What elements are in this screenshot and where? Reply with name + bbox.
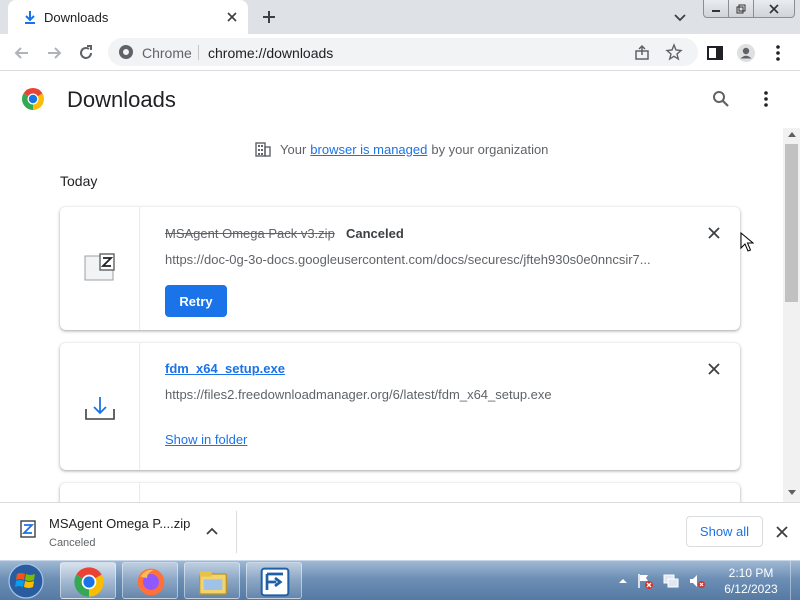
kebab-menu-icon[interactable]: [768, 43, 788, 63]
downloads-list: Your browser is managed by your organiza…: [0, 128, 783, 502]
date-header: Today: [60, 173, 98, 189]
forward-arrow-icon[interactable]: [44, 43, 64, 63]
address-separator: [198, 45, 199, 60]
close-icon: [769, 3, 779, 14]
download-icon-area: [60, 483, 140, 502]
system-tray: [618, 570, 706, 592]
chevron-down-icon[interactable]: [672, 9, 688, 25]
download-status: Canceled: [346, 226, 404, 241]
reload-icon[interactable]: [76, 43, 96, 63]
download-file-icon: [85, 397, 115, 420]
taskbar-free-download-manager[interactable]: [246, 562, 302, 599]
windows-start-icon[interactable]: [6, 562, 46, 600]
download-url[interactable]: https://files2.freedownloadmanager.org/6…: [165, 387, 665, 402]
maximize-button[interactable]: [729, 0, 754, 18]
show-desktop-button[interactable]: [790, 561, 800, 600]
zip-file-icon: [84, 253, 115, 281]
download-url[interactable]: https://doc-0g-3o-docs.googleusercontent…: [165, 252, 665, 267]
chrome-logo-icon: [22, 88, 44, 110]
shelf-divider: [236, 511, 237, 553]
search-icon[interactable]: [711, 89, 731, 109]
address-bar[interactable]: Chrome chrome://downloads: [108, 38, 698, 66]
minimize-button[interactable]: [703, 0, 729, 18]
chrome-icon: [74, 567, 104, 597]
share-icon[interactable]: [633, 43, 651, 61]
scroll-thumb[interactable]: [785, 144, 798, 302]
window-controls: [703, 0, 795, 18]
show-hidden-icons-icon[interactable]: [618, 576, 628, 586]
free-download-manager-icon: [260, 567, 290, 597]
clock-date: 6/12/2023: [724, 582, 778, 596]
downloads-header: Downloads: [0, 71, 800, 128]
managed-notice: Your browser is managed by your organiza…: [254, 140, 548, 158]
remove-item-close-icon[interactable]: [706, 225, 722, 241]
file-name: MSAgent Omega Pack v3.zip: [165, 226, 335, 241]
windows-taskbar: 2:10 PM 6/12/2023: [0, 560, 800, 600]
show-in-folder-link[interactable]: Show in folder: [165, 432, 247, 447]
profile-avatar-icon[interactable]: [736, 43, 756, 63]
taskbar-chrome[interactable]: [60, 562, 116, 599]
page-scrollbar[interactable]: [783, 128, 800, 502]
url-text[interactable]: chrome://downloads: [208, 45, 333, 61]
shelf-status: Canceled: [49, 537, 96, 549]
site-label: Chrome: [142, 45, 192, 61]
chrome-site-icon[interactable]: [118, 44, 134, 60]
download-item: [60, 483, 740, 502]
new-tab-icon[interactable]: [260, 8, 278, 26]
close-shelf-icon[interactable]: [774, 524, 790, 540]
tab-downloads[interactable]: Downloads: [8, 0, 248, 34]
minimize-icon: [712, 9, 720, 12]
scroll-up-arrow-icon[interactable]: [788, 132, 796, 137]
chevron-up-icon[interactable]: [204, 524, 220, 540]
tab-title: Downloads: [44, 10, 109, 25]
retry-button[interactable]: Retry: [165, 285, 227, 317]
close-tab-icon[interactable]: [224, 9, 240, 25]
browser-toolbar: Chrome chrome://downloads: [0, 34, 800, 71]
mouse-cursor-icon: [740, 232, 754, 252]
scroll-down-arrow-icon[interactable]: [788, 490, 796, 495]
tab-strip: Downloads: [0, 0, 800, 34]
file-name-link[interactable]: fdm_x64_setup.exe: [165, 361, 285, 376]
restore-icon: [736, 4, 746, 13]
show-all-button[interactable]: Show all: [686, 516, 763, 547]
clock-time: 2:10 PM: [728, 566, 774, 580]
managed-link[interactable]: browser is managed: [310, 142, 427, 157]
shelf-file-name[interactable]: MSAgent Omega P....zip: [49, 516, 190, 531]
download-item: fdm_x64_setup.exe https://files2.freedow…: [60, 343, 740, 470]
taskbar-firefox[interactable]: [122, 562, 178, 599]
action-center-flag-icon[interactable]: [636, 572, 654, 590]
bookmark-star-icon[interactable]: [665, 43, 683, 61]
more-actions-icon[interactable]: [756, 89, 776, 109]
taskbar-clock[interactable]: 2:10 PM 6/12/2023: [716, 565, 786, 597]
download-item: MSAgent Omega Pack v3.zip Canceled https…: [60, 207, 740, 330]
managed-suffix: by your organization: [431, 141, 549, 157]
taskbar-file-explorer[interactable]: [184, 562, 240, 599]
remove-item-close-icon[interactable]: [706, 361, 722, 377]
download-icon: [25, 11, 35, 24]
window-close-button[interactable]: [754, 0, 795, 18]
network-icon[interactable]: [662, 572, 680, 590]
download-icon-area: [60, 343, 140, 470]
building-icon: [255, 142, 271, 157]
firefox-icon: [137, 568, 165, 596]
side-panel-icon[interactable]: [705, 43, 725, 63]
download-icon-area: [60, 207, 140, 330]
download-shelf: MSAgent Omega P....zip Canceled Show all: [0, 502, 800, 560]
file-explorer-icon: [199, 571, 227, 595]
page-title: Downloads: [67, 87, 176, 112]
managed-prefix: Your: [280, 141, 307, 157]
back-arrow-icon[interactable]: [12, 43, 32, 63]
volume-muted-icon[interactable]: [688, 572, 706, 590]
zip-file-icon[interactable]: [18, 519, 38, 539]
